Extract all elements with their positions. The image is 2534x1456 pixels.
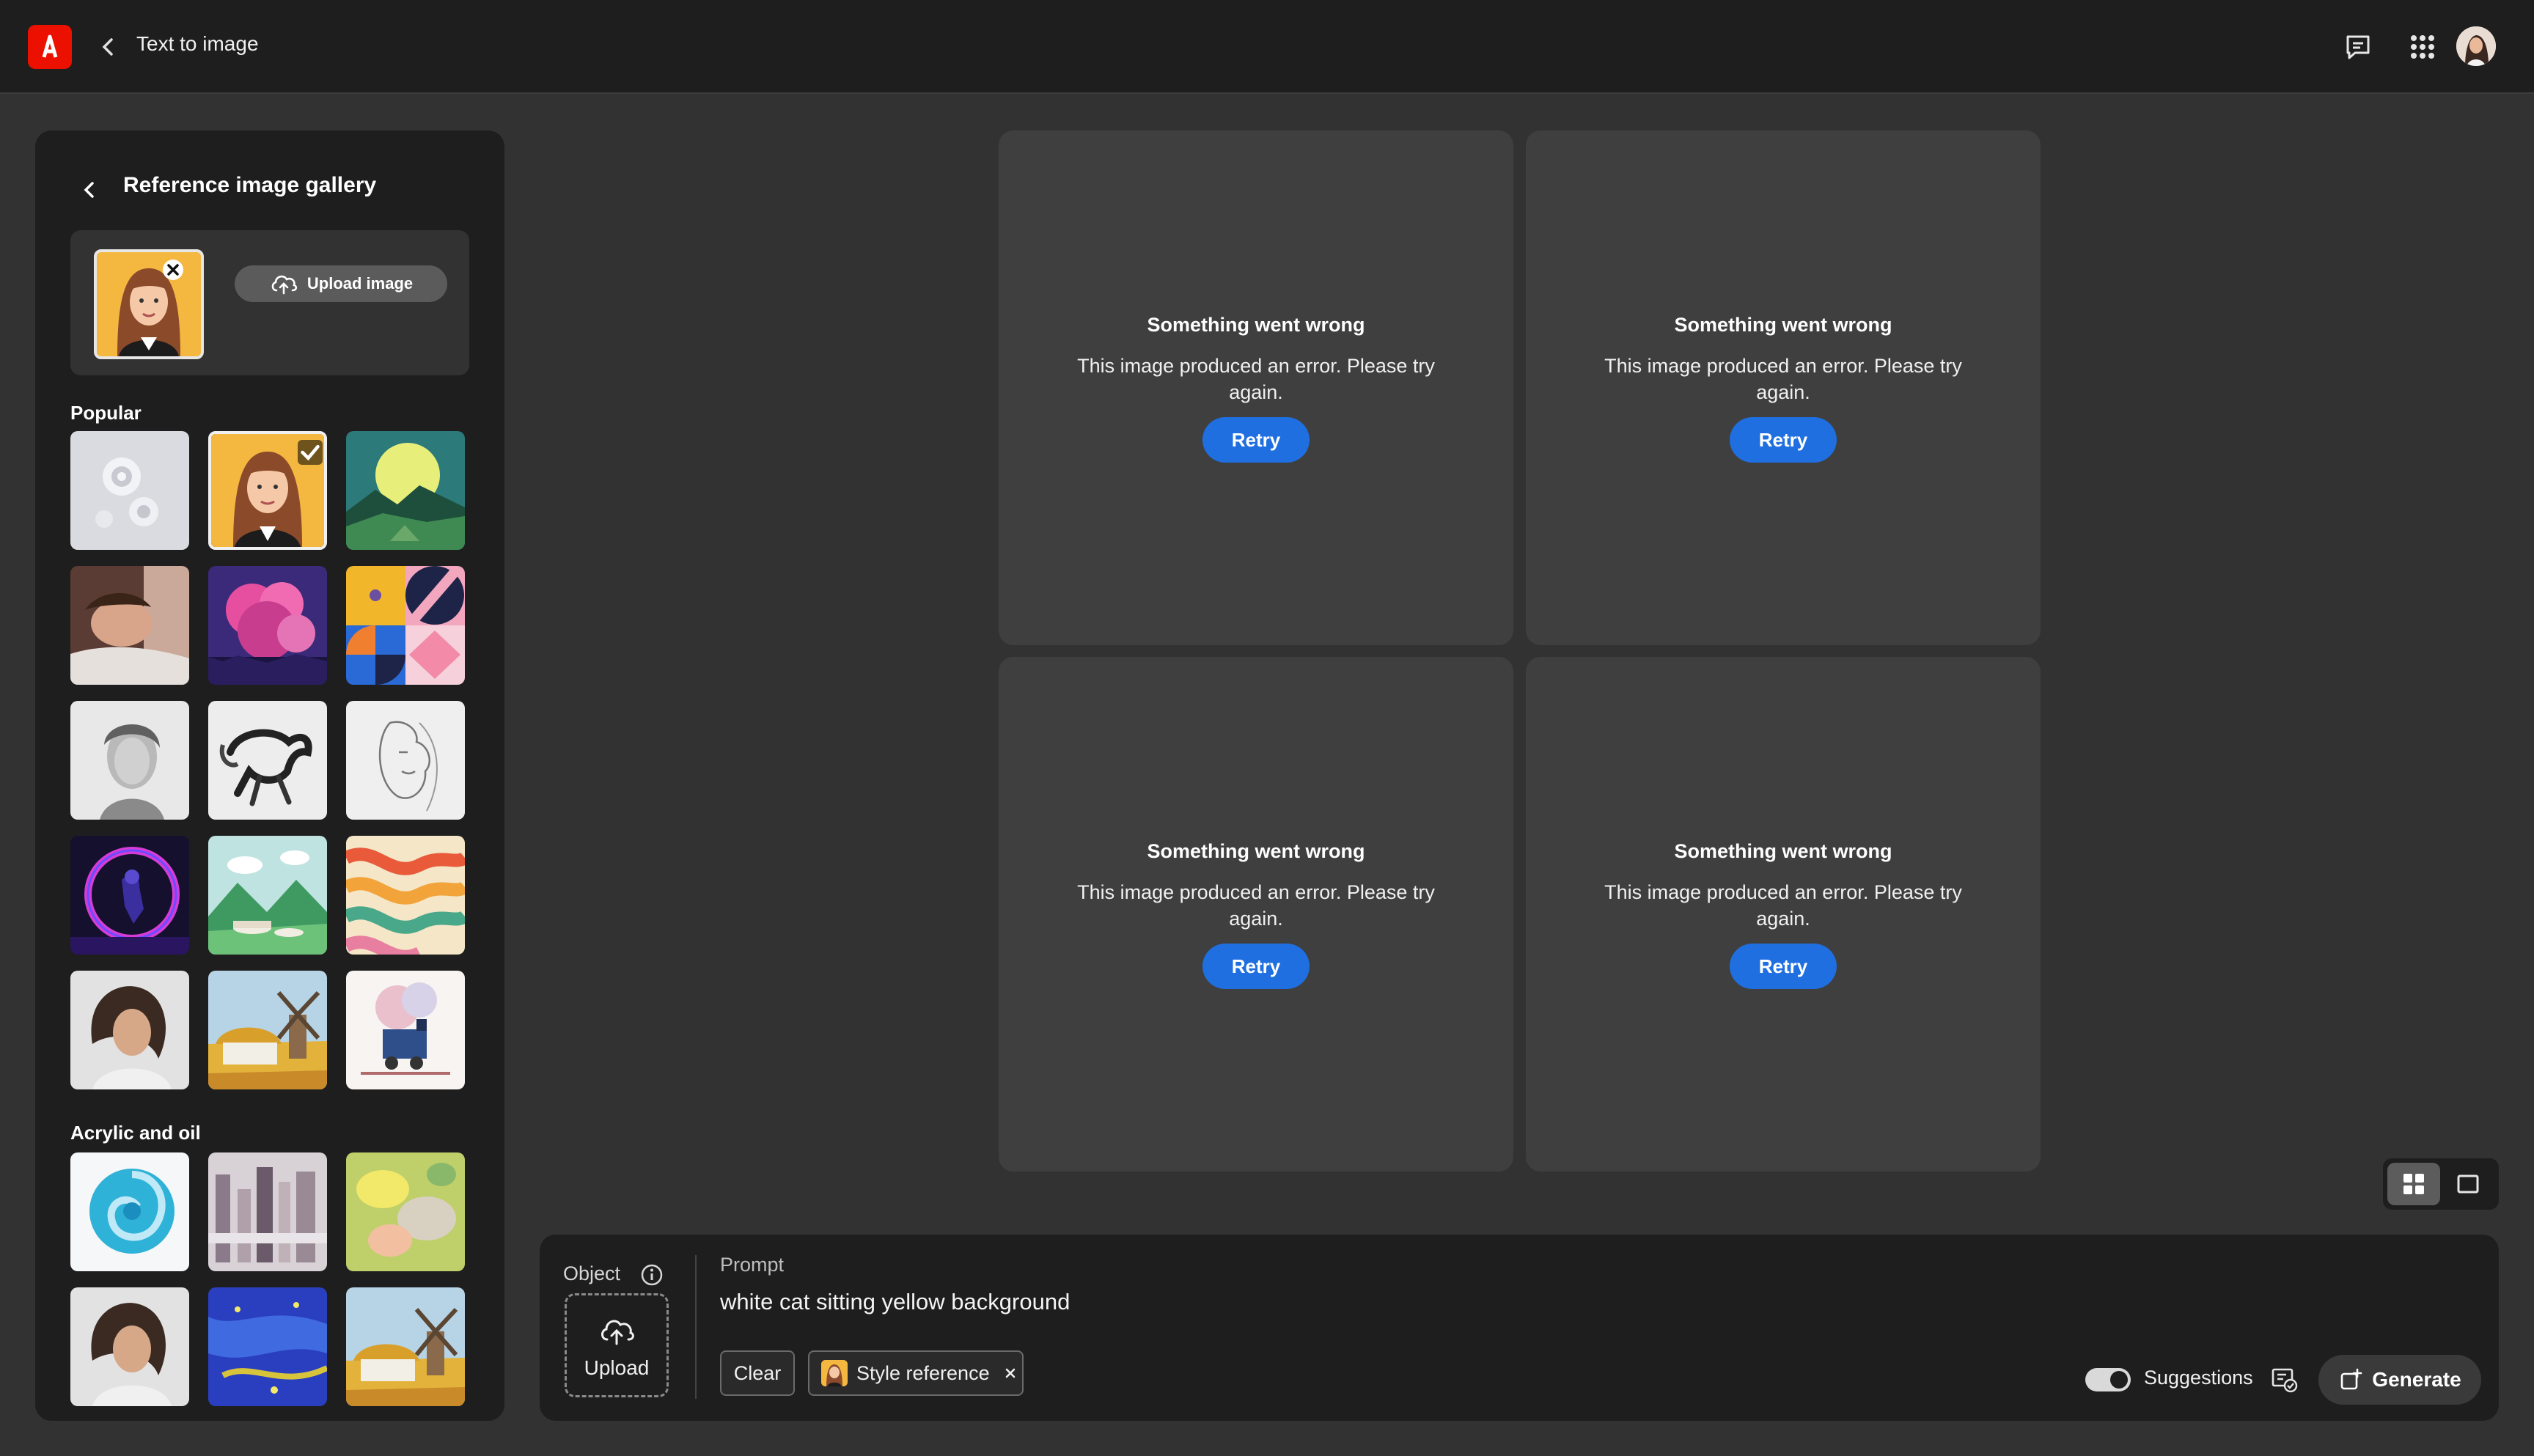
prompt-bar: Object Upload Prompt white cat sitting y… xyxy=(540,1235,2499,1421)
gallery-tile-sleeping-portrait[interactable] xyxy=(70,566,189,685)
upload-image-label: Upload image xyxy=(306,274,414,293)
suggestions-label: Suggestions xyxy=(2144,1367,2253,1389)
style-reference-thumbnail xyxy=(821,1360,848,1386)
user-avatar[interactable] xyxy=(2456,26,2496,66)
clear-button[interactable]: Clear xyxy=(720,1350,795,1396)
error-title: Something went wrong xyxy=(1674,314,1892,336)
error-message: This image produced an error. Please try… xyxy=(1604,881,1962,930)
gallery-tile-curly-hair-woman-2[interactable] xyxy=(70,1287,189,1406)
section-acrylic-label: Acrylic and oil xyxy=(70,1122,201,1144)
adobe-logo-icon[interactable] xyxy=(28,25,72,69)
content-credentials-icon[interactable] xyxy=(2269,1364,2299,1394)
gallery-tile-watercolor-train[interactable] xyxy=(346,971,465,1089)
grid-view-icon xyxy=(2403,1174,2424,1194)
single-view-icon xyxy=(2457,1174,2479,1194)
gallery-tile-ink-horse[interactable] xyxy=(208,701,327,820)
upload-image-button[interactable]: Upload image xyxy=(235,265,447,302)
single-view-button[interactable] xyxy=(2442,1163,2494,1205)
gallery-tile-cartoon-woman-selected[interactable] xyxy=(208,431,327,550)
cloud-upload-icon xyxy=(601,1320,634,1345)
result-card-4: Something went wrong This image produced… xyxy=(1526,657,2041,1172)
gallery-title: Reference image gallery xyxy=(123,173,377,197)
gallery-tile-abstract-city[interactable] xyxy=(208,1152,327,1271)
gallery-tile-windmill-painting[interactable] xyxy=(208,971,327,1089)
error-title: Something went wrong xyxy=(1674,840,1892,862)
result-card-2: Something went wrong This image produced… xyxy=(1526,130,2041,645)
result-card-1: Something went wrong This image produced… xyxy=(999,130,1513,645)
reference-gallery-panel: Reference image gallery Upload image Pop… xyxy=(35,130,504,1421)
gallery-tile-white-roses[interactable] xyxy=(70,431,189,550)
error-title: Something went wrong xyxy=(1147,840,1365,862)
back-chevron-icon[interactable] xyxy=(97,31,120,63)
gallery-tile-blue-starry-abstract[interactable] xyxy=(208,1287,327,1406)
error-message: This image produced an error. Please try… xyxy=(1077,355,1435,403)
view-toggle xyxy=(2383,1158,2499,1210)
gallery-tile-neon-astronaut[interactable] xyxy=(70,836,189,955)
error-message: This image produced an error. Please try… xyxy=(1077,881,1435,930)
checkmark-icon xyxy=(298,440,323,465)
gallery-tile-retro-waves[interactable] xyxy=(346,836,465,955)
retry-button[interactable]: Retry xyxy=(1730,417,1837,463)
chat-icon[interactable] xyxy=(2339,28,2377,66)
gallery-tile-line-drawing-face[interactable] xyxy=(346,701,465,820)
object-label: Object xyxy=(563,1262,621,1284)
gallery-tile-moon-landscape[interactable] xyxy=(346,431,465,550)
error-message: This image produced an error. Please try… xyxy=(1604,355,1962,403)
retry-button[interactable]: Retry xyxy=(1202,417,1310,463)
error-title: Something went wrong xyxy=(1147,314,1365,336)
gallery-tile-textured-abstract[interactable] xyxy=(346,1152,465,1271)
generate-button[interactable]: Generate xyxy=(2318,1355,2481,1405)
generate-label: Generate xyxy=(2372,1368,2461,1391)
page-title: Text to image xyxy=(136,32,259,55)
gallery-tile-blue-swirl[interactable] xyxy=(70,1152,189,1271)
suggestions-toggle[interactable] xyxy=(2085,1368,2131,1391)
prompt-label: Prompt xyxy=(720,1254,785,1276)
retry-button[interactable]: Retry xyxy=(1730,944,1837,989)
gallery-tile-windmill-painting-2[interactable] xyxy=(346,1287,465,1406)
gallery-tile-curly-hair-woman[interactable] xyxy=(70,971,189,1089)
style-reference-chip[interactable]: Style reference xyxy=(808,1350,1024,1396)
close-icon[interactable] xyxy=(1002,1364,1019,1382)
remove-reference-icon[interactable] xyxy=(158,255,188,284)
gallery-tile-geometric-shapes[interactable] xyxy=(346,566,465,685)
apps-grid-icon[interactable] xyxy=(2403,28,2442,66)
top-bar: Text to image xyxy=(0,0,2534,94)
cloud-upload-icon xyxy=(271,275,297,295)
gallery-back-icon[interactable] xyxy=(79,176,100,204)
gallery-tile-pink-clouds[interactable] xyxy=(208,566,327,685)
gallery-tile-3d-podium-landscape[interactable] xyxy=(208,836,327,955)
generate-icon xyxy=(2340,1368,2362,1390)
upload-object-button[interactable]: Upload xyxy=(565,1293,669,1397)
prompt-divider xyxy=(695,1255,697,1399)
prompt-input[interactable]: white cat sitting yellow background xyxy=(720,1289,1070,1315)
gallery-tile-sketch-statue[interactable] xyxy=(70,701,189,820)
style-reference-label: Style reference xyxy=(856,1361,990,1384)
upload-object-label: Upload xyxy=(584,1356,650,1379)
section-popular-label: Popular xyxy=(70,402,142,424)
grid-view-button[interactable] xyxy=(2387,1163,2440,1205)
info-icon[interactable] xyxy=(639,1262,664,1287)
retry-button[interactable]: Retry xyxy=(1202,944,1310,989)
result-card-3: Something went wrong This image produced… xyxy=(999,657,1513,1172)
